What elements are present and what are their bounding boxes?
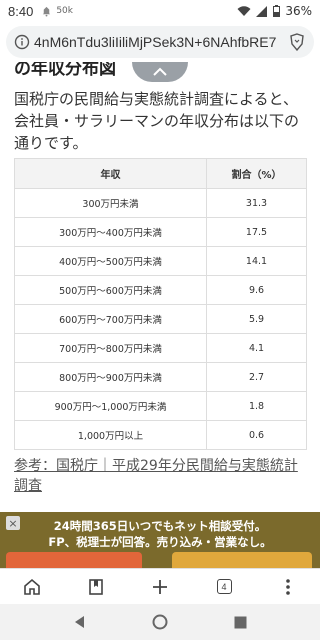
plus-icon [153,579,167,594]
address-bar-container: 4nM6nTdu3liIiliMjPSek3N+6NAhfbRE7 [0,22,320,62]
back-icon[interactable] [73,615,87,629]
system-navigation-bar [0,604,320,640]
ratio-cell: 17.5 [206,217,307,247]
column-header-ratio: 割合（%） [206,158,307,189]
table-row: 900万円～1,000万円未満 1.8 [14,391,307,421]
table-row: 300万円未満 31.3 [14,188,307,218]
signal-icon [256,5,268,17]
table-row: 300万円～400万円未満 17.5 [14,217,307,247]
bookmark-book-icon [89,578,103,595]
ad-left-button[interactable] [6,552,142,568]
table-row: 700万円～800万円未満 4.1 [14,333,307,363]
tabs-button[interactable]: 4 [204,571,244,603]
income-cell: 900万円～1,000万円未満 [14,391,207,421]
column-header-income: 年収 [14,158,207,189]
section-heading: の年収分布図 [14,62,116,79]
ratio-cell: 0.6 [206,420,307,450]
chevron-up-icon [153,67,167,76]
status-indicators: 36% [237,4,312,18]
income-cell: 300万円未満 [14,188,207,218]
table-row: 500万円～600万円未満 9.6 [14,275,307,305]
income-cell: 700万円～800万円未満 [14,333,207,363]
income-cell: 300万円～400万円未満 [14,217,207,247]
ratio-cell: 4.1 [206,333,307,363]
income-cell: 600万円～700万円未満 [14,304,207,334]
home-icon [24,578,40,595]
info-icon[interactable] [14,34,30,50]
table-header-row: 年収 割合（%） [14,158,307,189]
notification-bell-icon [43,6,51,17]
more-vertical-icon [286,578,290,595]
tab-count-badge: 4 [216,579,232,594]
notification-label: 50k [56,6,73,16]
ad-banner-line2: FP、税理士が回答。売り込み・営業なし。 [48,535,272,549]
intro-paragraph: 国税庁の民間給与実態統計調査によると、会社員・サラリーマンの年収分布は以下の通り… [14,90,300,152]
ad-banner-line1: 24時間365日いつでもネット相談受付。 [53,519,267,533]
wifi-icon [237,5,251,16]
brave-shield-icon[interactable] [288,33,306,51]
url-text[interactable]: 4nM6nTdu3liIiliMjPSek3N+6NAhfbRE7 [34,34,284,50]
ad-banner[interactable]: × 24時間365日いつでもネット相談受付。 FP、税理士が回答。売り込み・営業… [0,512,320,568]
table-row: 400万円～500万円未満 14.1 [14,246,307,276]
bookmarks-button[interactable] [76,571,116,603]
article-content: の年収分布図 国税庁の民間給与実態統計調査によると、会社員・サラリーマンの年収分… [0,62,320,512]
new-tab-button[interactable] [140,571,180,603]
collapse-toolbar-button[interactable] [132,62,188,82]
income-distribution-table: 年収 割合（%） 300万円未満 31.3 300万円～400万円未満 17.5 4… [14,158,307,450]
income-cell: 800万円～900万円未満 [14,362,207,392]
income-cell: 500万円～600万円未満 [14,275,207,305]
ratio-cell: 2.7 [206,362,307,392]
home-circle-icon[interactable] [152,614,168,630]
browser-bottom-toolbar: 4 [0,568,320,604]
ratio-cell: 5.9 [206,304,307,334]
recents-icon[interactable] [234,616,247,629]
ratio-cell: 31.3 [206,188,307,218]
address-bar[interactable]: 4nM6nTdu3liIiliMjPSek3N+6NAhfbRE7 [6,26,314,58]
ratio-cell: 9.6 [206,275,307,305]
income-cell: 400万円～500万円未満 [14,246,207,276]
ratio-cell: 1.8 [206,391,307,421]
reference-link[interactable]: 参考：国税庁｜平成29年分民間給与実態統計調査 [14,456,310,496]
ratio-cell: 14.1 [206,246,307,276]
menu-button[interactable] [268,571,308,603]
table-row: 1,000万円以上 0.6 [14,420,307,450]
battery-icon [273,5,281,17]
home-button[interactable] [12,571,52,603]
income-cell: 1,000万円以上 [14,420,207,450]
ad-right-button[interactable] [172,552,312,568]
notification-icons: 50k [41,6,73,17]
table-row: 800万円～900万円未満 2.7 [14,362,307,392]
status-bar: 8:40 50k 36% [0,0,320,22]
table-row: 600万円～700万円未満 5.9 [14,304,307,334]
status-time: 8:40 [8,3,34,19]
battery-percent: 36% [285,4,312,18]
